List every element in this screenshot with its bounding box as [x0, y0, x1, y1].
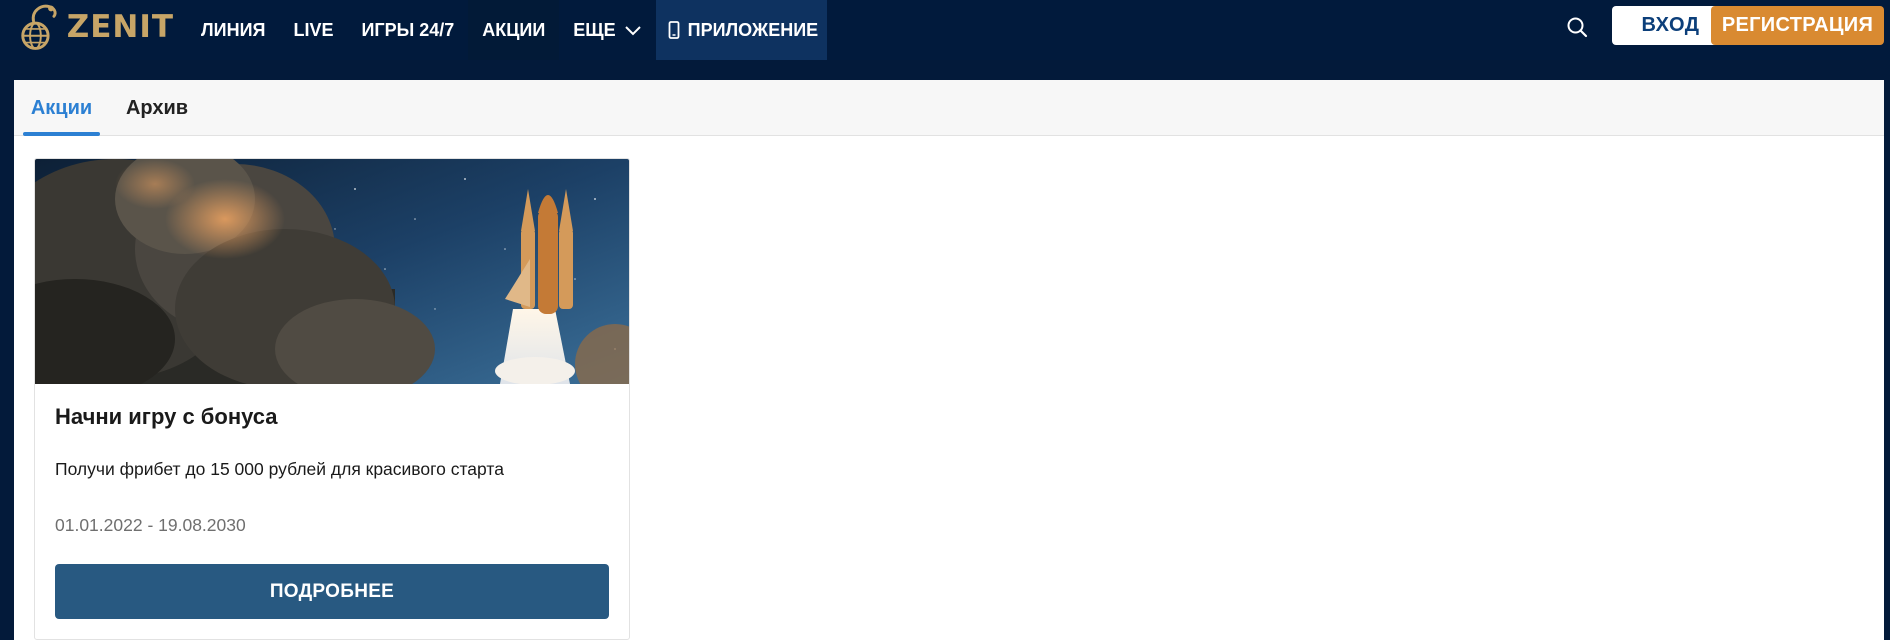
main-nav: ЛИНИЯ LIVE ИГРЫ 24/7 АКЦИИ ЕЩЕ ПРИЛОЖЕНИ… [187, 0, 828, 60]
search-button[interactable] [1563, 13, 1591, 41]
nav-item-liniya[interactable]: ЛИНИЯ [187, 0, 279, 60]
nav-item-live[interactable]: LIVE [279, 0, 347, 60]
globe-logo-icon [21, 4, 57, 50]
chevron-down-icon [624, 26, 641, 36]
promo-dates: 01.01.2022 - 19.08.2030 [55, 515, 246, 535]
zenit-logo[interactable]: ZENIT [14, 0, 174, 54]
register-button[interactable]: РЕГИСТРАЦИЯ [1711, 6, 1884, 45]
nav-item-label: ПРИЛОЖЕНИЕ [687, 19, 819, 40]
rocket-launch-image[interactable] [35, 159, 630, 384]
nav-item-label: АКЦИИ [482, 19, 546, 40]
nav-item-label: LIVE [293, 19, 334, 40]
nav-item-label: ЕЩЕ [573, 19, 616, 40]
nav-item-promotions[interactable]: АКЦИИ [468, 0, 560, 60]
promo-title: Начни игру с бонуса [55, 404, 278, 429]
logo-text: ZENIT [66, 9, 174, 45]
phone-icon [668, 21, 680, 39]
promotions-panel: Акции Архив Начни игру с бонуса Получи ф… [14, 80, 1884, 640]
nav-item-app[interactable]: ПРИЛОЖЕНИЕ [655, 0, 828, 60]
nav-item-games[interactable]: ИГРЫ 24/7 [347, 0, 468, 60]
promo-description: Получи фрибет до 15 000 рублей для краси… [55, 459, 504, 479]
search-icon [1567, 17, 1588, 38]
tab-bar: Акции Архив [14, 80, 1884, 136]
tab-archive[interactable]: Архив [126, 80, 188, 136]
nav-item-more[interactable]: ЕЩЕ [559, 0, 655, 60]
details-button[interactable]: ПОДРОБНЕЕ [55, 564, 609, 619]
tab-promotions[interactable]: Акции [23, 80, 100, 136]
nav-item-label: ЛИНИЯ [201, 19, 266, 40]
promo-card: Начни игру с бонуса Получи фрибет до 15 … [34, 158, 630, 640]
nav-item-label: ИГРЫ 24/7 [361, 19, 455, 40]
top-header: ZENIT ЛИНИЯ LIVE ИГРЫ 24/7 АКЦИИ ЕЩЕ ПРИ… [0, 0, 1890, 60]
